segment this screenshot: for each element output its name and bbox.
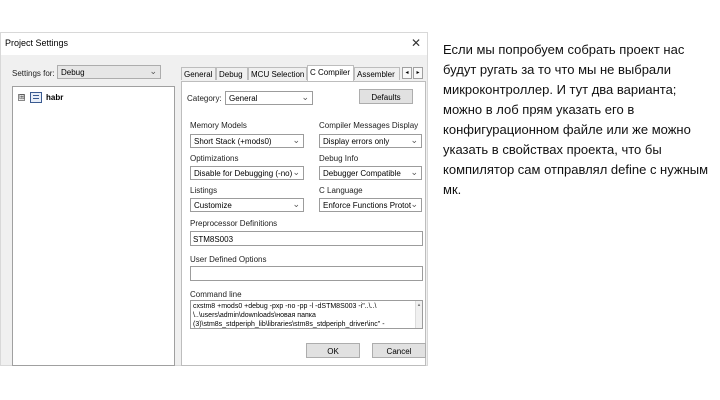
optimizations-label: Optimizations	[190, 154, 239, 163]
debug-info-select[interactable]: Debugger Compatible ⌄	[319, 166, 422, 180]
cancel-button[interactable]: Cancel	[372, 343, 426, 358]
tree-node-habr[interactable]: habr	[46, 93, 63, 102]
command-line-text: cxstm8 +mods0 +debug -pxp -no -pp -l -dS…	[193, 303, 377, 310]
memory-models-select[interactable]: Short Stack (+mods0) ⌄	[190, 134, 304, 148]
explanation-text: Если мы попробуем собрать проект нас буд…	[443, 42, 709, 197]
compiler-messages-value: Display errors only	[323, 137, 390, 146]
tab-general[interactable]: General	[181, 67, 216, 80]
chevron-down-icon: ⌄	[292, 199, 300, 209]
chevron-down-icon: ⌄	[410, 199, 418, 209]
command-line-text: \..\users\admin\downloads\новая папка	[193, 312, 316, 319]
category-label: Category:	[187, 94, 222, 103]
chevron-down-icon: ⌄	[301, 92, 309, 102]
debug-info-value: Debugger Compatible	[323, 169, 401, 178]
user-options-field[interactable]	[190, 266, 423, 281]
ok-button[interactable]: OK	[306, 343, 360, 358]
command-line-field[interactable]: cxstm8 +mods0 +debug -pxp -no -pp -l -dS…	[190, 300, 423, 329]
chevron-down-icon: ⌄	[292, 135, 300, 145]
debug-info-label: Debug Info	[319, 154, 359, 163]
tab-mcu-selection[interactable]: MCU Selection	[248, 67, 307, 80]
command-line-text: (3)\stm8s_stdperiph_lib\libraries\stm8s_…	[193, 321, 385, 328]
title-bar: Project Settings ✕	[1, 33, 427, 55]
listings-select[interactable]: Customize ⌄	[190, 198, 304, 212]
settings-for-value: Debug	[61, 68, 85, 77]
chevron-down-icon: ⌄	[149, 66, 157, 76]
category-select[interactable]: General ⌄	[225, 91, 313, 105]
listings-value: Customize	[194, 201, 232, 210]
c-language-select[interactable]: Enforce Functions Protot ⌄	[319, 198, 422, 212]
user-options-label: User Defined Options	[190, 255, 267, 264]
project-icon	[30, 92, 42, 103]
window-title: Project Settings	[5, 38, 69, 48]
memory-models-label: Memory Models	[190, 121, 247, 130]
preprocessor-label: Preprocessor Definitions	[190, 219, 278, 228]
tab-c-compiler[interactable]: C Compiler	[307, 65, 354, 81]
c-language-value: Enforce Functions Protot	[323, 201, 412, 210]
defaults-button[interactable]: Defaults	[359, 89, 413, 104]
close-icon[interactable]: ✕	[411, 36, 421, 50]
settings-for-select[interactable]: Debug ⌄	[57, 65, 161, 79]
listings-label: Listings	[190, 186, 218, 195]
settings-for-label: Settings for:	[12, 69, 55, 78]
chevron-down-icon: ⌄	[292, 167, 300, 177]
command-line-label: Command line	[190, 290, 242, 299]
optimizations-select[interactable]: Disable for Debugging (-no) ⌄	[190, 166, 304, 180]
category-value: General	[229, 94, 258, 103]
tab-scroll-right-icon[interactable]: ▸	[413, 67, 423, 79]
optimizations-value: Disable for Debugging (-no)	[194, 169, 293, 178]
preprocessor-field[interactable]: STM8S003	[190, 231, 423, 246]
tab-scroll-left-icon[interactable]: ◂	[402, 67, 412, 79]
scrollbar[interactable]: ▴	[415, 301, 422, 328]
expand-icon[interactable]: ⊞	[18, 94, 25, 101]
compiler-messages-label: Compiler Messages Display	[319, 121, 419, 130]
chevron-down-icon: ⌄	[410, 167, 418, 177]
project-settings-dialog: Project Settings ✕ Settings for: Debug ⌄…	[0, 32, 428, 366]
tab-assembler[interactable]: Assembler	[354, 67, 400, 80]
compiler-messages-select[interactable]: Display errors only ⌄	[319, 134, 422, 148]
project-tree[interactable]: ⊞ habr	[12, 86, 175, 366]
tab-debug[interactable]: Debug	[216, 67, 248, 80]
memory-models-value: Short Stack (+mods0)	[194, 137, 272, 146]
chevron-down-icon: ⌄	[410, 135, 418, 145]
c-language-label: C Language	[319, 186, 363, 195]
